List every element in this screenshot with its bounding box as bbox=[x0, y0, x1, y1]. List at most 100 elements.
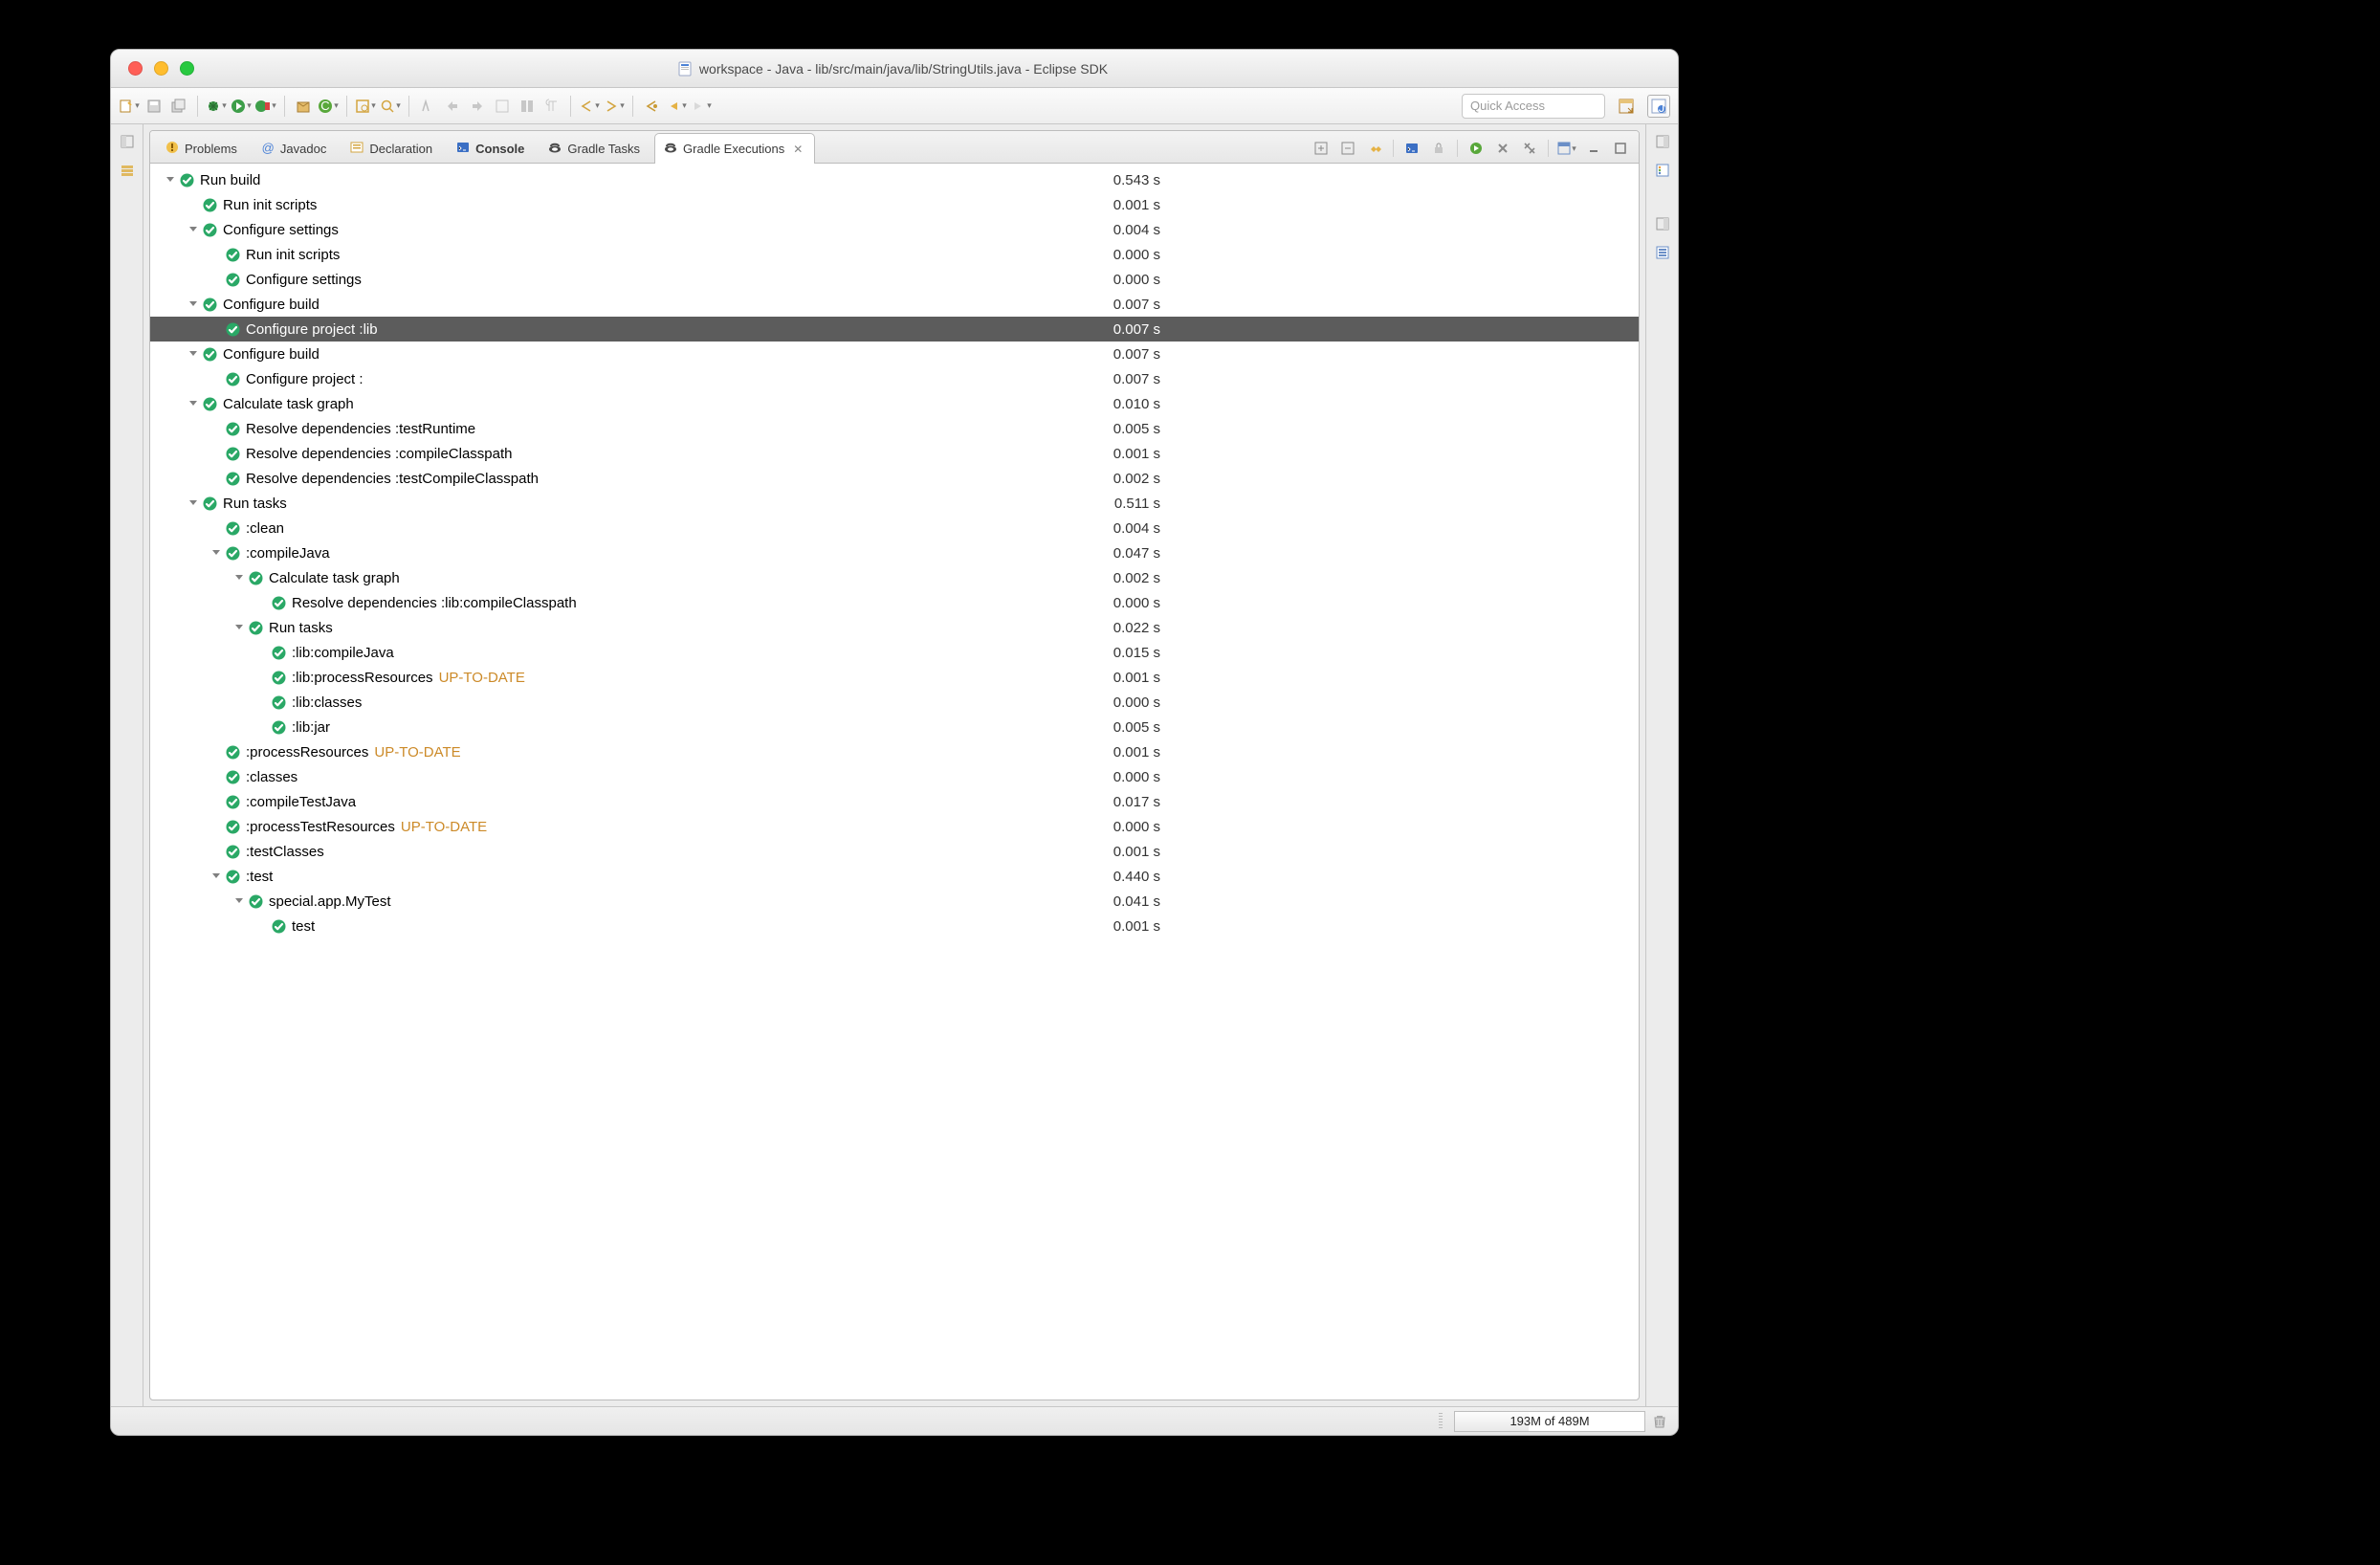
tree-row[interactable]: :test0.440 s bbox=[150, 864, 1639, 889]
open-perspective-button[interactable] bbox=[1615, 95, 1638, 118]
tree-row[interactable]: Configure settings0.004 s bbox=[150, 217, 1639, 242]
terminal-button[interactable] bbox=[1401, 138, 1422, 159]
tree-row[interactable]: Configure settings0.000 s bbox=[150, 267, 1639, 292]
expand-toggle[interactable] bbox=[209, 546, 223, 560]
tab-icon bbox=[349, 140, 364, 158]
tab-gradle-executions[interactable]: Gradle Executions✕ bbox=[654, 133, 815, 164]
package-explorer-min-icon[interactable] bbox=[116, 159, 139, 182]
quick-access-field[interactable]: Quick Access bbox=[1462, 94, 1605, 119]
expand-toggle[interactable] bbox=[187, 496, 200, 510]
next-edit-button[interactable]: ▾ bbox=[604, 96, 625, 117]
heap-status[interactable]: 193M of 489M bbox=[1454, 1411, 1645, 1432]
tab-console[interactable]: Console bbox=[447, 133, 537, 164]
tree-row[interactable]: :lib:classes0.000 s bbox=[150, 690, 1639, 715]
annotation-next-button[interactable] bbox=[467, 96, 488, 117]
restore-outline-view-button[interactable] bbox=[1651, 212, 1674, 235]
tree-row[interactable]: Configure project :0.007 s bbox=[150, 366, 1639, 391]
last-edit-location-button[interactable] bbox=[641, 96, 662, 117]
tree-row[interactable]: Resolve dependencies :compileClasspath0.… bbox=[150, 441, 1639, 466]
external-tools-button[interactable]: ▾ bbox=[255, 96, 276, 117]
tree-row[interactable]: :clean0.004 s bbox=[150, 516, 1639, 540]
new-class-button[interactable]: C▾ bbox=[318, 96, 339, 117]
tree-row[interactable]: Configure project :lib0.007 s bbox=[150, 317, 1639, 342]
back-button[interactable]: ▾ bbox=[666, 96, 687, 117]
rerun-button[interactable] bbox=[1465, 138, 1487, 159]
debug-button[interactable]: ▾ bbox=[206, 96, 227, 117]
expand-toggle[interactable] bbox=[187, 298, 200, 311]
java-perspective-button[interactable]: J bbox=[1647, 95, 1670, 118]
tab-problems[interactable]: Problems bbox=[156, 133, 250, 164]
tree-row[interactable]: Run build0.543 s bbox=[150, 167, 1639, 192]
expand-toggle[interactable] bbox=[232, 621, 246, 634]
minimize-window-button[interactable] bbox=[154, 61, 168, 76]
prev-edit-button[interactable]: ▾ bbox=[579, 96, 600, 117]
paragraph-button[interactable] bbox=[541, 96, 562, 117]
success-icon bbox=[202, 346, 217, 362]
save-all-button[interactable] bbox=[168, 96, 189, 117]
tab-gradle-tasks[interactable]: Gradle Tasks bbox=[539, 133, 652, 164]
run-button[interactable]: ▾ bbox=[231, 96, 252, 117]
expand-toggle[interactable] bbox=[209, 870, 223, 883]
minimize-view-button[interactable] bbox=[1583, 138, 1604, 159]
expand-toggle[interactable] bbox=[164, 173, 177, 187]
tree-row[interactable]: Resolve dependencies :testCompileClasspa… bbox=[150, 466, 1639, 491]
tree-row[interactable]: Resolve dependencies :lib:compileClasspa… bbox=[150, 590, 1639, 615]
tree-row[interactable]: Configure build0.007 s bbox=[150, 342, 1639, 366]
annotation-prev-button[interactable] bbox=[442, 96, 463, 117]
tree-row[interactable]: Run tasks0.022 s bbox=[150, 615, 1639, 640]
success-icon bbox=[248, 570, 263, 585]
restore-left-view-button[interactable] bbox=[116, 130, 139, 153]
view-layout-button[interactable]: ▾ bbox=[1556, 138, 1577, 159]
remove-all-button[interactable] bbox=[1519, 138, 1540, 159]
save-button[interactable] bbox=[143, 96, 165, 117]
expand-toggle[interactable] bbox=[232, 571, 246, 584]
expand-toggle bbox=[209, 770, 223, 783]
new-package-button[interactable] bbox=[293, 96, 314, 117]
expand-toggle[interactable] bbox=[187, 223, 200, 236]
tree-row[interactable]: :processTestResourcesUP-TO-DATE0.000 s bbox=[150, 814, 1639, 839]
expand-toggle[interactable] bbox=[187, 397, 200, 410]
tree-row[interactable]: Run tasks0.511 s bbox=[150, 491, 1639, 516]
tree-row[interactable]: special.app.MyTest0.041 s bbox=[150, 889, 1639, 914]
outline-min-icon[interactable] bbox=[1651, 241, 1674, 264]
tree-row[interactable]: Configure build0.007 s bbox=[150, 292, 1639, 317]
lock-console-button[interactable] bbox=[1428, 138, 1449, 159]
restore-right-view-button[interactable] bbox=[1651, 130, 1674, 153]
zoom-window-button[interactable] bbox=[180, 61, 194, 76]
open-type-button[interactable]: ▾ bbox=[355, 96, 376, 117]
maximize-view-button[interactable] bbox=[1610, 138, 1631, 159]
toggle-mark-button[interactable] bbox=[417, 96, 438, 117]
tree-row[interactable]: :lib:compileJava0.015 s bbox=[150, 640, 1639, 665]
expand-all-button[interactable] bbox=[1311, 138, 1332, 159]
tab-declaration[interactable]: Declaration bbox=[341, 133, 445, 164]
tree-row[interactable]: :compileTestJava0.017 s bbox=[150, 789, 1639, 814]
close-window-button[interactable] bbox=[128, 61, 143, 76]
tree-row[interactable]: :lib:processResourcesUP-TO-DATE0.001 s bbox=[150, 665, 1639, 690]
tree-row[interactable]: :testClasses0.001 s bbox=[150, 839, 1639, 864]
tree-row[interactable]: Resolve dependencies :testRuntime0.005 s bbox=[150, 416, 1639, 441]
block-select-button[interactable] bbox=[517, 96, 538, 117]
remove-button[interactable] bbox=[1492, 138, 1513, 159]
close-tab-icon[interactable]: ✕ bbox=[793, 143, 803, 156]
tree-row[interactable]: Calculate task graph0.010 s bbox=[150, 391, 1639, 416]
tree-row[interactable]: Calculate task graph0.002 s bbox=[150, 565, 1639, 590]
run-gc-button[interactable] bbox=[1651, 1413, 1668, 1430]
link-editor-button[interactable] bbox=[1364, 138, 1385, 159]
executions-tree[interactable]: Run build0.543 sRun init scripts0.001 sC… bbox=[150, 164, 1639, 1400]
forward-button[interactable]: ▾ bbox=[691, 96, 712, 117]
show-whitespace-button[interactable] bbox=[492, 96, 513, 117]
collapse-all-button[interactable] bbox=[1337, 138, 1358, 159]
expand-toggle[interactable] bbox=[232, 894, 246, 908]
tree-row[interactable]: :processResourcesUP-TO-DATE0.001 s bbox=[150, 739, 1639, 764]
tree-row[interactable]: Run init scripts0.001 s bbox=[150, 192, 1639, 217]
search-button[interactable]: ▾ bbox=[380, 96, 401, 117]
new-wizard-button[interactable]: ▾ bbox=[119, 96, 140, 117]
tab-javadoc[interactable]: @Javadoc bbox=[252, 133, 339, 164]
task-list-min-icon[interactable] bbox=[1651, 159, 1674, 182]
tree-row[interactable]: :lib:jar0.005 s bbox=[150, 715, 1639, 739]
tree-row[interactable]: :compileJava0.047 s bbox=[150, 540, 1639, 565]
expand-toggle[interactable] bbox=[187, 347, 200, 361]
tree-row[interactable]: Run init scripts0.000 s bbox=[150, 242, 1639, 267]
tree-row[interactable]: test0.001 s bbox=[150, 914, 1639, 938]
tree-row[interactable]: :classes0.000 s bbox=[150, 764, 1639, 789]
